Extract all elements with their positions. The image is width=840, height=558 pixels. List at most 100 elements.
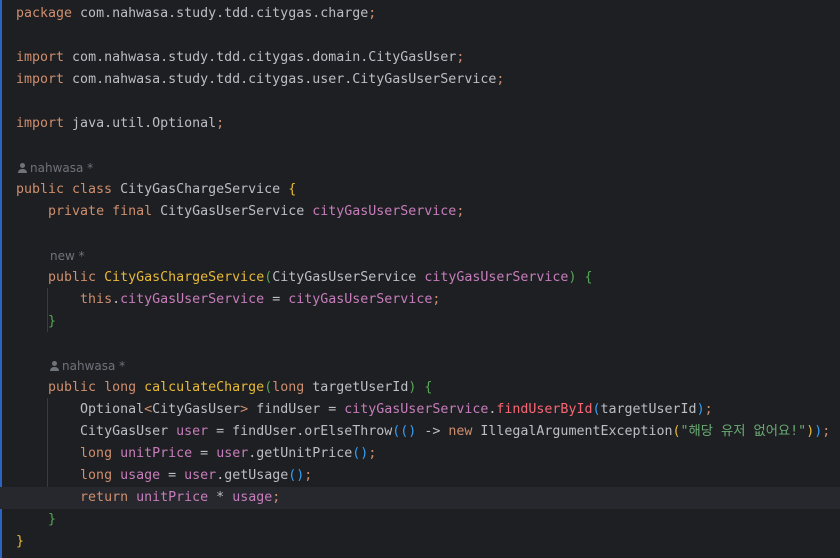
code-token: user [216, 446, 249, 461]
code-token: public [48, 270, 97, 285]
code-text: import com.nahwasa.study.tdd.citygas.dom… [16, 47, 464, 69]
code-token: IllegalArgumentException [472, 424, 673, 439]
author-hint-line[interactable]: nahwasa * [0, 157, 840, 179]
code-token: long [80, 468, 113, 483]
code-line[interactable]: package com.nahwasa.study.tdd.citygas.ch… [0, 3, 840, 25]
code-token: this [80, 292, 113, 307]
code-token: ; [456, 50, 465, 65]
code-editor[interactable]: package com.nahwasa.study.tdd.citygas.ch… [0, 0, 840, 558]
code-token: = findUser.orElseThrow [208, 424, 393, 439]
code-token: CityGasChargeService [104, 270, 265, 285]
hint-text: nahwasa * [62, 359, 126, 373]
code-text: } [16, 509, 56, 531]
code-token: CityGasChargeService [112, 182, 289, 197]
code-token: } [16, 534, 25, 549]
code-token: .getUsage [216, 468, 289, 483]
code-line[interactable]: CityGasUser user = findUser.orElseThrow(… [0, 421, 840, 443]
code-token: CityGasUserService [272, 270, 425, 285]
code-line[interactable]: public long calculateCharge(long targetU… [0, 377, 840, 399]
code-text: public CityGasChargeService(CityGasUserS… [16, 267, 592, 289]
code-token: ( [672, 424, 681, 439]
code-token: cityGasUserService [424, 270, 569, 285]
code-token: return [80, 490, 129, 505]
code-token: com.nahwasa.study.tdd.citygas.charge [72, 6, 369, 21]
code-token: cityGasUserService [344, 402, 489, 417]
code-line[interactable]: import java.util.Optional; [0, 113, 840, 135]
code-token: package [16, 6, 73, 21]
code-line[interactable]: Optional<CityGasUser> findUser = cityGas… [0, 399, 840, 421]
code-line[interactable]: } [0, 311, 840, 333]
code-text: CityGasUser user = findUser.orElseThrow(… [16, 421, 830, 443]
code-token: () [352, 446, 369, 461]
user-icon [50, 361, 59, 371]
author-hint-line[interactable]: new * [0, 245, 840, 267]
code-token: long [272, 380, 305, 395]
code-token: public class [16, 182, 113, 197]
code-line[interactable]: private final CityGasUserService cityGas… [0, 201, 840, 223]
code-line[interactable]: public CityGasChargeService(CityGasUserS… [0, 267, 840, 289]
code-token: Optional [80, 402, 145, 417]
code-line[interactable] [0, 135, 840, 157]
code-token: com.nahwasa.study.tdd.citygas.user.CityG… [64, 72, 497, 87]
code-text: public long calculateCharge(long targetU… [16, 377, 432, 399]
code-token: usage [232, 490, 273, 505]
code-line[interactable] [0, 25, 840, 47]
code-line[interactable] [0, 333, 840, 355]
code-line[interactable]: this.cityGasUserService = cityGasUserSer… [0, 289, 840, 311]
code-author-hint[interactable]: new * [50, 245, 85, 267]
code-text: public class CityGasChargeService { [16, 179, 296, 201]
code-token: findUserById [496, 402, 593, 417]
code-text: long usage = user.getUsage(); [16, 465, 312, 487]
code-token: .getUnitPrice [248, 446, 353, 461]
code-line[interactable]: } [0, 531, 840, 553]
code-token: * [208, 490, 233, 505]
code-text: import com.nahwasa.study.tdd.citygas.use… [16, 69, 504, 91]
code-token: CityGasUser [152, 402, 241, 417]
code-token: CityGasUserService [152, 204, 313, 219]
code-line[interactable]: long usage = user.getUsage(); [0, 465, 840, 487]
code-token: (( [392, 424, 409, 439]
code-line[interactable]: } [0, 509, 840, 531]
code-token: () [288, 468, 305, 483]
code-token: findUser = [248, 402, 345, 417]
code-author-hint[interactable]: nahwasa * [18, 157, 93, 179]
code-token: user [184, 468, 217, 483]
author-hint-line[interactable]: nahwasa * [0, 355, 840, 377]
code-line[interactable]: return unitPrice * usage; [0, 487, 840, 509]
code-token: . [112, 292, 121, 307]
code-token: ) [696, 402, 705, 417]
code-token: ; [456, 204, 465, 219]
code-token: cityGasUserService [288, 292, 433, 307]
code-line[interactable]: public class CityGasChargeService { [0, 179, 840, 201]
code-token: java.util.Optional [64, 116, 217, 131]
code-token: } [48, 314, 57, 329]
code-token: { [288, 182, 297, 197]
code-line[interactable]: import com.nahwasa.study.tdd.citygas.dom… [0, 47, 840, 69]
code-line[interactable]: import com.nahwasa.study.tdd.citygas.use… [0, 69, 840, 91]
code-token: ; [704, 402, 713, 417]
code-line[interactable] [0, 91, 840, 113]
code-line[interactable] [0, 223, 840, 245]
code-token: cityGasUserService [120, 292, 265, 307]
hint-text: new * [50, 249, 85, 263]
code-token: ; [368, 446, 377, 461]
code-token: cityGasUserService [312, 204, 457, 219]
code-token: ; [822, 424, 831, 439]
code-token: import [16, 116, 65, 131]
code-token: targetUserId [600, 402, 697, 417]
code-token: usage [120, 468, 161, 483]
code-line[interactable]: long unitPrice = user.getUnitPrice(); [0, 443, 840, 465]
code-author-hint[interactable]: nahwasa * [50, 355, 125, 377]
code-token: long [80, 446, 113, 461]
code-token: com.nahwasa.study.tdd.citygas.domain.Cit… [64, 50, 457, 65]
hint-text: nahwasa * [30, 161, 94, 175]
code-token: = [160, 468, 185, 483]
